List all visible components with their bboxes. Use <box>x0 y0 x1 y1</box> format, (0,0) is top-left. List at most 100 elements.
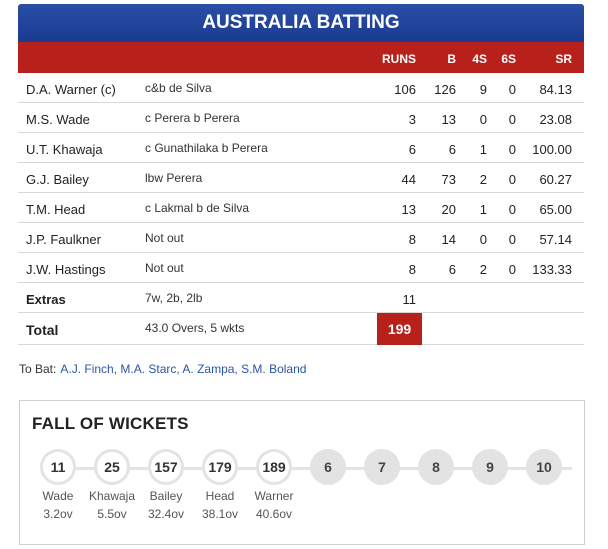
fours: 1 <box>479 202 487 217</box>
strike-rate: 133.33 <box>532 262 572 277</box>
total-detail: 43.0 Overs, 5 wkts <box>145 321 245 335</box>
batsman-name: J.P. Faulkner <box>26 232 101 247</box>
wicket-over: 32.4ov <box>147 507 185 521</box>
runs: 3 <box>408 112 416 127</box>
extras-label: Extras <box>26 292 66 307</box>
dismissal: lbw Perera <box>145 171 203 185</box>
batsman-row: U.T. Khawaja c Gunathilaka b Perera 6 6 … <box>18 133 584 163</box>
dismissal: c Gunathilaka b Perera <box>145 141 268 155</box>
wicket-score: 9 <box>472 449 508 485</box>
wicket-marker: 10 <box>514 449 574 485</box>
wicket-marker: 11 Wade 3.2ov <box>28 449 88 521</box>
extras-detail: 7w, 2b, 2lb <box>145 291 203 305</box>
dismissal: c Lakmal b de Silva <box>145 201 250 215</box>
dismissal: Not out <box>145 261 184 275</box>
fours: 2 <box>479 172 487 187</box>
wicket-batsman: Bailey <box>149 489 183 503</box>
sixes: 0 <box>508 172 516 187</box>
strike-rate: 84.13 <box>539 82 572 97</box>
fours: 0 <box>479 232 487 247</box>
wicket-over: 40.6ov <box>255 507 293 521</box>
sixes: 0 <box>508 262 516 277</box>
wicket-batsman: Warner <box>254 489 294 503</box>
runs: 8 <box>408 232 416 247</box>
wicket-batsman: Head <box>205 489 235 503</box>
wicket-score: 10 <box>526 449 562 485</box>
total-label: Total <box>26 322 59 338</box>
wicket-over: 38.1ov <box>201 507 239 521</box>
runs: 6 <box>408 142 416 157</box>
runs: 8 <box>408 262 416 277</box>
extras-row: Extras 7w, 2b, 2lb 11 <box>18 283 584 313</box>
wicket-score: 25 <box>94 449 130 485</box>
col-runs: RUNS <box>381 52 416 66</box>
batsman-row: T.M. Head c Lakmal b de Silva 13 20 1 0 … <box>18 193 584 223</box>
col-fours: 4S <box>472 52 487 66</box>
strike-rate: 65.00 <box>539 202 572 217</box>
batting-title: AUSTRALIA BATTING <box>18 4 584 42</box>
strike-rate: 60.27 <box>539 172 572 187</box>
fours: 9 <box>479 82 487 97</box>
wicket-score: 157 <box>148 449 184 485</box>
wicket-score: 8 <box>418 449 454 485</box>
extras-runs: 11 <box>402 292 417 307</box>
batsman-row: J.P. Faulkner Not out 8 14 0 0 57.14 <box>18 223 584 253</box>
col-strike-rate: SR <box>555 52 572 66</box>
wicket-score: 11 <box>40 449 76 485</box>
batsman-name: J.W. Hastings <box>26 262 106 277</box>
wicket-score: 179 <box>202 449 238 485</box>
wicket-score: 189 <box>256 449 292 485</box>
to-bat-label: To Bat: <box>19 362 57 376</box>
wicket-score: 7 <box>364 449 400 485</box>
sixes: 0 <box>508 112 516 127</box>
batsman-name: T.M. Head <box>26 202 86 217</box>
wicket-marker: 25 Khawaja 5.5ov <box>82 449 142 521</box>
batsman-name: G.J. Bailey <box>26 172 89 187</box>
runs: 13 <box>401 202 416 217</box>
fours: 2 <box>479 262 487 277</box>
sixes: 0 <box>508 202 516 217</box>
fall-of-wickets-title: FALL OF WICKETS <box>32 414 189 433</box>
wicket-marker: 9 <box>460 449 520 485</box>
wicket-marker: 179 Head 38.1ov <box>190 449 250 521</box>
col-balls: B <box>447 52 456 66</box>
fours: 1 <box>479 142 487 157</box>
to-bat: To Bat: A.J. Finch, M.A. Starc, A. Zampa,… <box>19 362 306 376</box>
wicket-marker: 189 Warner 40.6ov <box>244 449 304 521</box>
col-sixes: 6S <box>501 52 516 66</box>
wicket-batsman: Khawaja <box>88 489 136 503</box>
sixes: 0 <box>508 82 516 97</box>
sixes: 0 <box>508 232 516 247</box>
runs: 106 <box>394 82 416 97</box>
wicket-marker: 6 <box>298 449 358 485</box>
fall-of-wickets-panel: FALL OF WICKETS 11 Wade 3.2ov 25 Khawaja… <box>19 400 585 545</box>
batsman-name: U.T. Khawaja <box>26 142 103 157</box>
dismissal: c&b de Silva <box>145 81 212 95</box>
batsman-row: M.S. Wade c Perera b Perera 3 13 0 0 23.… <box>18 103 584 133</box>
batsman-name: M.S. Wade <box>26 112 90 127</box>
strike-rate: 23.08 <box>539 112 572 127</box>
to-bat-players[interactable]: A.J. Finch, M.A. Starc, A. Zampa, S.M. B… <box>60 362 306 376</box>
strike-rate: 57.14 <box>539 232 572 247</box>
wicket-over: 5.5ov <box>97 507 127 521</box>
batsman-row: G.J. Bailey lbw Perera 44 73 2 0 60.27 <box>18 163 584 193</box>
total-row: Total 43.0 Overs, 5 wkts 199 <box>18 313 584 345</box>
batsman-row: D.A. Warner (c) c&b de Silva 106 126 9 0… <box>18 73 584 103</box>
wicket-score: 6 <box>310 449 346 485</box>
batting-table: D.A. Warner (c) c&b de Silva 106 1 2 6 9 0… <box>18 73 584 345</box>
dismissal: Not out <box>145 231 184 245</box>
fours: 0 <box>479 112 487 127</box>
strike-rate: 100.00 <box>532 142 572 157</box>
column-header-row: RUNS B 4S 6S SR <box>18 42 584 73</box>
batsman-name: D.A. Warner (c) <box>26 82 116 97</box>
wicket-over: 3.2ov <box>43 507 73 521</box>
sixes: 0 <box>508 142 516 157</box>
total-runs: 199 <box>377 313 422 345</box>
wicket-marker: 157 Bailey 32.4ov <box>136 449 196 521</box>
dismissal: c Perera b Perera <box>145 111 240 125</box>
batsman-row: J.W. Hastings Not out 8 6 2 0 133.33 <box>18 253 584 283</box>
wicket-marker: 7 <box>352 449 412 485</box>
wicket-marker: 8 <box>406 449 466 485</box>
runs: 44 <box>401 172 416 187</box>
wicket-batsman: Wade <box>42 489 74 503</box>
